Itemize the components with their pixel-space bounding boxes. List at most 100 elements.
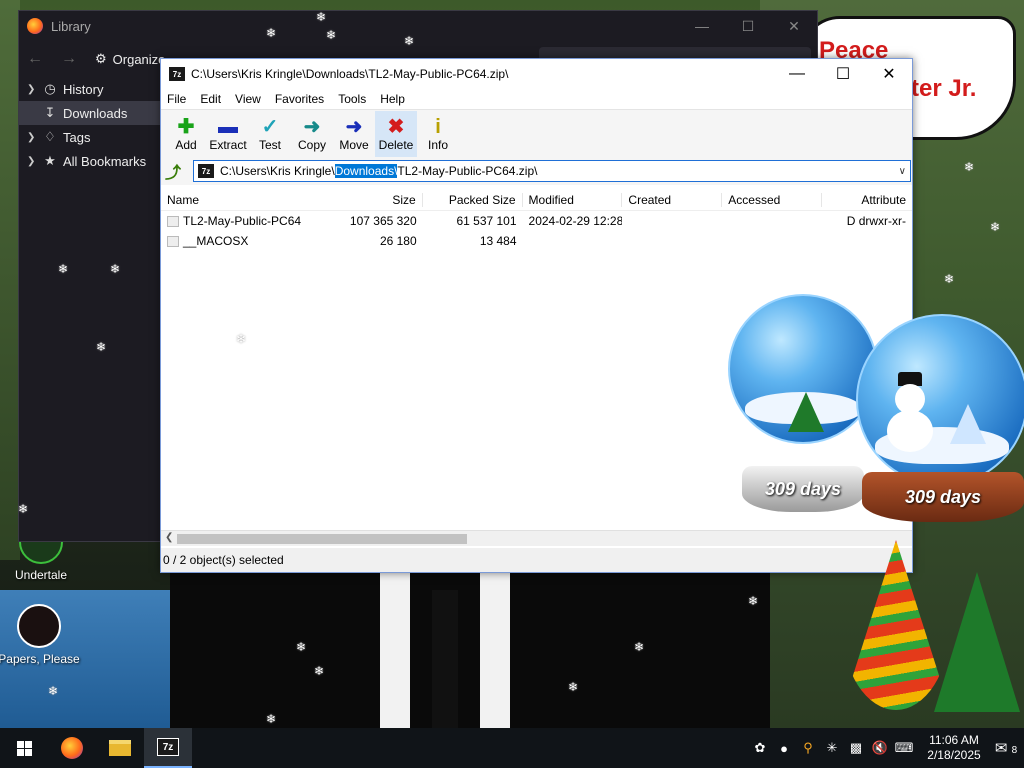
column-created[interactable]: Created — [622, 192, 723, 207]
chevron-right-icon[interactable]: ❯ — [27, 156, 41, 167]
library-sidebar: ❯ ◷ History ↧ Downloads ❯ ♢ Tags ❯ ★ All… — [19, 77, 161, 173]
brightness-icon[interactable]: ✳ — [820, 740, 844, 756]
taskbar-file-explorer[interactable] — [96, 728, 144, 768]
library-window-controls: — ☐ ✕ — [679, 11, 817, 41]
column-modified[interactable]: Modified — [523, 192, 623, 207]
chevron-down-icon[interactable]: ∨ — [899, 166, 906, 177]
column-accessed[interactable]: Accessed — [722, 192, 823, 207]
info-button[interactable]: i Info — [417, 111, 459, 157]
7zip-address-bar: ⤴ 7z C:\Users\Kris Kringle\ Downloads\ TL2… — [161, 157, 912, 185]
chevron-right-icon[interactable]: ❯ — [27, 132, 41, 143]
file-size: 26 180 — [379, 234, 417, 248]
desktop-icon-papers-please[interactable]: Papers, Please — [0, 604, 84, 666]
tool-label: Move — [339, 137, 369, 152]
column-size[interactable]: Size — [323, 192, 423, 207]
address-selection: Downloads\ — [334, 164, 398, 178]
menu-file[interactable]: File — [167, 92, 186, 106]
status-bar: 0 / 2 object(s) selected — [161, 548, 912, 572]
archive-icon: 7z — [198, 164, 214, 178]
file-row[interactable]: __MACOSX 26 180 13 484 — [161, 231, 912, 251]
snow-globe-big-base: 309 days — [862, 472, 1024, 522]
snow-globe-small-base: 309 days — [742, 466, 864, 512]
tool-label: Info — [427, 137, 448, 152]
file-attribute: D drwxr-xr- — [846, 214, 907, 228]
menu-edit[interactable]: Edit — [200, 92, 221, 106]
sidebar-item-downloads[interactable]: ↧ Downloads — [19, 101, 161, 125]
file-row[interactable]: TL2-May-Public-PC64 107 365 320 61 537 1… — [161, 211, 912, 231]
globe-tree-icon — [950, 404, 986, 444]
copy-arrow-icon: ➜ — [303, 115, 321, 138]
column-packed-size[interactable]: Packed Size — [423, 192, 523, 207]
7zip-app-icon: 7z — [157, 738, 179, 756]
copy-button[interactable]: ➜ Copy — [291, 111, 333, 157]
scroll-left-icon[interactable]: ❮ — [165, 532, 173, 543]
download-icon: ↧ — [44, 105, 56, 120]
windows-logo-icon — [16, 740, 32, 756]
file-packed-size: 13 484 — [479, 234, 517, 248]
maximize-icon[interactable]: ☐ — [820, 59, 866, 89]
notification-count: 8 — [1011, 745, 1018, 756]
sidebar-item-label: Tags — [63, 129, 91, 145]
wallpaper-collar-left — [380, 570, 410, 730]
address-input[interactable]: 7z C:\Users\Kris Kringle\ Downloads\ TL2-M… — [193, 160, 911, 182]
sidebar-item-label: Downloads — [63, 105, 128, 121]
minimize-icon[interactable]: — — [774, 59, 820, 89]
back-arrow-icon[interactable]: ← — [27, 50, 43, 68]
message-icon: ✉ — [994, 740, 1008, 757]
clock[interactable]: 11:06 AM 2/18/2025 — [920, 733, 988, 763]
papers-please-icon — [17, 604, 61, 648]
taskbar-7zip[interactable]: 7z — [144, 728, 192, 768]
forward-arrow-icon[interactable]: → — [61, 50, 77, 68]
test-button[interactable]: ✓ Test — [249, 111, 291, 157]
clock-date: 2/18/2025 — [927, 748, 981, 762]
desktop-icon-label: Undertale — [14, 568, 68, 582]
menu-help[interactable]: Help — [380, 92, 405, 106]
network-icon[interactable]: ▩ — [844, 740, 868, 756]
keyboard-icon[interactable]: ⌨ — [892, 740, 916, 756]
menu-tools[interactable]: Tools — [338, 92, 366, 106]
wallpaper-tie — [432, 590, 458, 730]
scrollbar-thumb[interactable] — [177, 534, 467, 544]
move-button[interactable]: ➜ Move — [333, 111, 375, 157]
volume-muted-icon[interactable]: 🔇 — [868, 740, 892, 756]
horizontal-scrollbar[interactable]: ❮ — [161, 530, 912, 546]
snow-globe-big — [856, 314, 1024, 486]
app-tray-icon[interactable]: ✿ — [748, 740, 772, 756]
start-button[interactable] — [0, 728, 48, 768]
column-name[interactable]: Name — [161, 193, 323, 207]
wallpaper-collar-right — [480, 570, 510, 730]
sidebar-item-all-bookmarks[interactable]: ❯ ★ All Bookmarks — [19, 149, 161, 173]
taskbar-firefox[interactable] — [48, 728, 96, 768]
notification-center-button[interactable]: ✉ 8 — [988, 739, 1024, 757]
snow-globe-small — [728, 294, 878, 444]
folder-icon — [167, 216, 179, 228]
plus-icon: ✚ — [177, 115, 195, 138]
file-size: 107 365 320 — [349, 214, 417, 228]
7zip-window-controls: — ☐ ✕ — [774, 59, 912, 89]
chevron-right-icon[interactable]: ❯ — [27, 84, 41, 95]
desktop-wallpaper-left — [0, 0, 20, 560]
close-icon[interactable]: ✕ — [771, 11, 817, 41]
tool-label: Add — [175, 137, 197, 152]
star-icon: ★ — [44, 153, 56, 168]
taskbar: 7z ✿ ● ⚲ ✳ ▩ 🔇 ⌨ 11:06 AM 2/18/2025 ✉ 8 — [0, 728, 1024, 768]
drop-icon[interactable]: ● — [772, 741, 796, 756]
menu-view[interactable]: View — [235, 92, 261, 106]
organize-button[interactable]: ⚙ Organize — [95, 51, 165, 67]
delete-button[interactable]: ✖ Delete — [375, 110, 417, 157]
menu-favorites[interactable]: Favorites — [275, 92, 324, 106]
minimize-icon[interactable]: — — [679, 11, 725, 41]
extract-button[interactable]: ▬ Extract — [207, 111, 249, 157]
tool-label: Extract — [209, 137, 247, 152]
address-suffix: TL2-May-Public-PC64.zip\ — [397, 164, 538, 178]
search-icon[interactable]: ⚲ — [796, 740, 820, 756]
add-button[interactable]: ✚ Add — [165, 111, 207, 157]
close-icon[interactable]: ✕ — [866, 59, 912, 89]
sidebar-item-tags[interactable]: ❯ ♢ Tags — [19, 125, 161, 149]
file-packed-size: 61 537 101 — [456, 214, 517, 228]
up-folder-icon[interactable]: ⤴ — [165, 159, 187, 183]
column-attribute[interactable]: Attribute — [822, 193, 912, 207]
maximize-icon[interactable]: ☐ — [725, 11, 771, 41]
address-prefix: C:\Users\Kris Kringle\ — [220, 164, 335, 178]
sidebar-item-history[interactable]: ❯ ◷ History — [19, 77, 161, 101]
